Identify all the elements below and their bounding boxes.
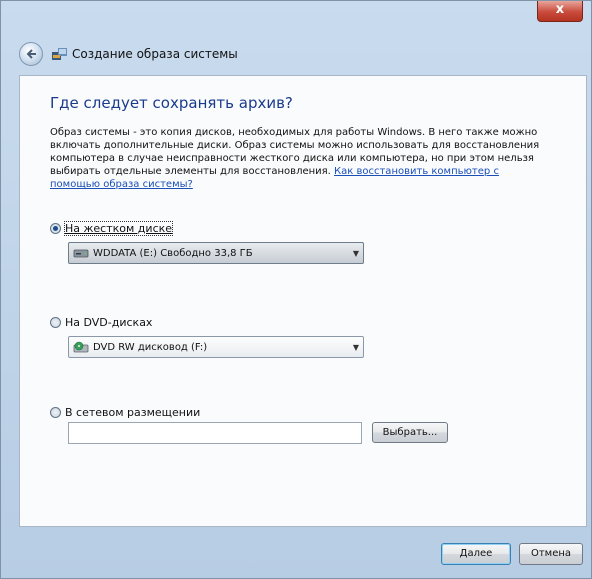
- network-radio[interactable]: [50, 407, 61, 418]
- cancel-button[interactable]: Отмена: [519, 543, 583, 565]
- hdd-radio[interactable]: [50, 223, 61, 234]
- window-title: Создание образа системы: [72, 47, 238, 61]
- content-panel: Где следует сохранять архив? Образ систе…: [19, 75, 587, 527]
- close-button[interactable]: x: [537, 1, 583, 22]
- option-hdd[interactable]: На жестком диске: [50, 221, 174, 236]
- navigation-bar: Создание образа системы: [1, 29, 591, 75]
- browse-button[interactable]: Выбрать...: [372, 422, 448, 443]
- option-dvd[interactable]: На DVD-дисках: [50, 316, 152, 329]
- title-bar: x: [1, 1, 591, 29]
- description-text: Образ системы - это копия дисков, необхо…: [50, 126, 550, 191]
- system-image-icon: [52, 48, 67, 60]
- network-path-input[interactable]: [68, 422, 362, 444]
- back-button[interactable]: [19, 42, 43, 66]
- hard-drive-icon: [73, 249, 89, 258]
- hdd-label[interactable]: На жестком диске: [63, 221, 174, 236]
- dvd-radio[interactable]: [50, 317, 61, 328]
- wizard-window: x Создание образа системы Где следует со…: [0, 0, 592, 579]
- dvd-label[interactable]: На DVD-дисках: [65, 316, 152, 329]
- dvd-select[interactable]: DVD RW дисковод (F:) ▼: [68, 336, 364, 358]
- hdd-select[interactable]: WDDATA (E:) Свободно 33,8 ГБ ▼: [68, 242, 364, 264]
- next-button[interactable]: Далее: [441, 543, 511, 565]
- option-network[interactable]: В сетевом размещении: [50, 406, 200, 419]
- hdd-select-value: WDDATA (E:) Свободно 33,8 ГБ: [93, 247, 253, 259]
- dvd-label-text: На DVD-дисках: [65, 316, 153, 329]
- button-bar: Далее Отмена: [1, 527, 591, 578]
- dvd-select-value: DVD RW дисковод (F:): [93, 341, 208, 353]
- page-heading: Где следует сохранять архив?: [50, 94, 293, 112]
- chevron-down-icon[interactable]: ▼: [349, 343, 363, 352]
- network-label[interactable]: В сетевом размещении: [65, 406, 200, 419]
- dvd-drive-icon: [73, 341, 89, 353]
- back-arrow-icon: [26, 49, 36, 59]
- chevron-down-icon[interactable]: ▼: [349, 249, 363, 258]
